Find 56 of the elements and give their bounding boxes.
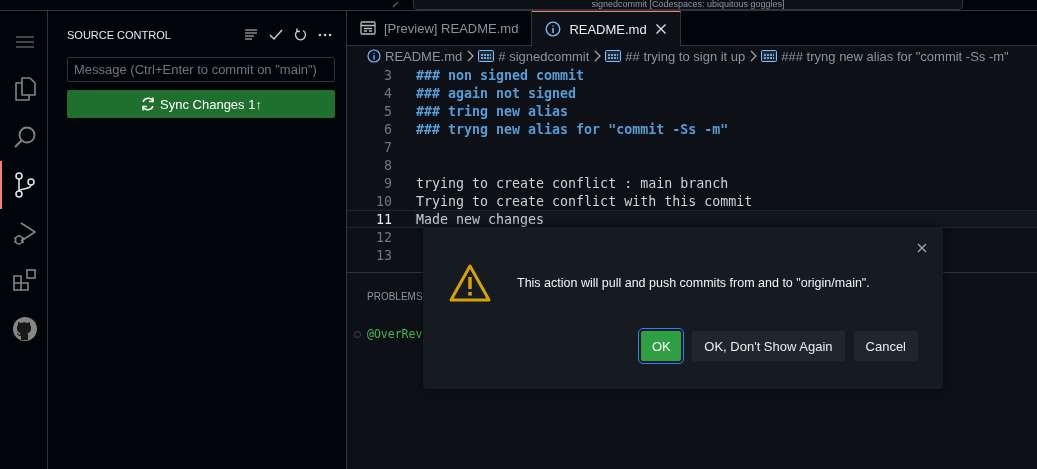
run-debug-icon[interactable] [12, 220, 37, 246]
code-line: ### non signed commit [416, 67, 585, 83]
close-icon[interactable] [917, 243, 927, 253]
view-list-icon[interactable] [244, 29, 258, 41]
sync-changes-button[interactable]: Sync Changes 1↑ [67, 90, 335, 118]
line-number: 6 [383, 121, 392, 137]
warning-icon [448, 263, 492, 303]
checkmark-icon[interactable] [269, 29, 283, 41]
chevron-icon [466, 50, 475, 62]
code-line: ### tring new alias [416, 103, 569, 119]
panel-tab[interactable]: PROBLEMS [367, 290, 423, 302]
line-number: 7 [383, 139, 392, 155]
code-line: Made new changes [416, 211, 545, 227]
ok-button[interactable]: OK [641, 331, 682, 361]
code-line: Trying to create conflict with this commit [416, 193, 753, 209]
chevron-icon [593, 50, 602, 62]
window-title: signedcommit [Codespaces: ubiquitous goggles] [591, 0, 785, 9]
code-line: ### again not signed [416, 85, 577, 101]
breadcrumb-item[interactable]: ### tryng new alias for "commit -Ss -m" [781, 48, 1009, 64]
commit-message-field[interactable]: Message (Ctrl+Enter to commit on "main") [67, 57, 335, 82]
line-number: 13 [375, 247, 392, 263]
code-line: trying to create conflict : main branch [416, 175, 729, 191]
sidebar-title: SOURCE CONTROL [67, 29, 171, 41]
dialog-message: This action will pull and push commits from and to "origin/main". [517, 276, 870, 290]
info-icon [545, 21, 562, 37]
refresh-icon[interactable] [294, 28, 307, 42]
string-icon [605, 50, 622, 62]
github-icon[interactable] [11, 316, 38, 342]
extensions-icon[interactable] [12, 269, 37, 293]
more-icon[interactable] [318, 33, 332, 37]
line-number: 8 [383, 157, 392, 173]
cancel-button[interactable]: Cancel [853, 331, 918, 361]
files-icon[interactable] [13, 77, 36, 101]
editor-tab[interactable]: README.md [532, 11, 681, 46]
sync-icon [140, 96, 157, 112]
line-number: 5 [383, 103, 392, 119]
breadcrumb-item[interactable]: ## trying to sign it up [625, 48, 746, 64]
line-number: 12 [375, 229, 392, 245]
chevron-icon [749, 50, 758, 62]
breadcrumb-item[interactable]: README.md [385, 48, 463, 64]
string-icon [478, 50, 495, 62]
string-icon [761, 50, 778, 62]
code-line: ### tryng new alias for "commit -Ss -m" [416, 121, 729, 137]
line-number: 10 [375, 193, 392, 209]
line-number: 11 [375, 211, 392, 227]
info-icon [367, 49, 381, 63]
preview-icon [360, 21, 376, 35]
breadcrumb-item[interactable]: # signedcommit [498, 48, 590, 64]
line-number: 3 [383, 67, 392, 83]
terminal-text: @OverRev [367, 327, 423, 341]
branch-icon[interactable] [13, 172, 36, 198]
search-icon[interactable] [12, 125, 37, 149]
line-number: 9 [383, 175, 392, 191]
command-center[interactable]: signedcommit [Codespaces: ubiquitous goggles] [413, 0, 963, 10]
dont-show-again-button[interactable]: OK, Don't Show Again [692, 331, 845, 361]
line-number: 4 [383, 85, 392, 101]
